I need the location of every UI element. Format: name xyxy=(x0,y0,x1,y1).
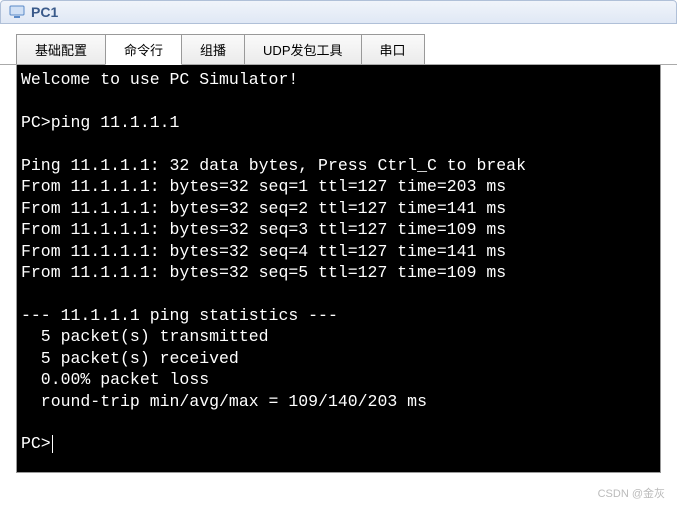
terminal-line: --- 11.1.1.1 ping statistics --- xyxy=(21,306,338,325)
terminal-line: 0.00% packet loss xyxy=(21,370,209,389)
tab-multicast[interactable]: 组播 xyxy=(181,34,245,64)
tab-command-line[interactable]: 命令行 xyxy=(105,34,182,65)
terminal-line: From 11.1.1.1: bytes=32 seq=2 ttl=127 ti… xyxy=(21,199,506,218)
pc-icon xyxy=(9,4,25,20)
window-title: PC1 xyxy=(31,4,58,20)
watermark: CSDN @金灰 xyxy=(598,485,665,501)
terminal-line: 5 packet(s) received xyxy=(21,349,239,368)
terminal-cursor xyxy=(52,435,53,453)
tab-udp-tool[interactable]: UDP发包工具 xyxy=(244,34,361,64)
tab-bar: 基础配置 命令行 组播 UDP发包工具 串口 xyxy=(0,24,677,65)
terminal-line: Ping 11.1.1.1: 32 data bytes, Press Ctrl… xyxy=(21,156,526,175)
tab-serial[interactable]: 串口 xyxy=(361,34,425,64)
terminal-line: Welcome to use PC Simulator! xyxy=(21,70,298,89)
terminal-line: round-trip min/avg/max = 109/140/203 ms xyxy=(21,392,427,411)
terminal-line: From 11.1.1.1: bytes=32 seq=5 ttl=127 ti… xyxy=(21,263,506,282)
terminal-output[interactable]: Welcome to use PC Simulator! PC>ping 11.… xyxy=(16,65,661,473)
terminal-line: From 11.1.1.1: bytes=32 seq=3 ttl=127 ti… xyxy=(21,220,506,239)
terminal-line: PC>ping 11.1.1.1 xyxy=(21,113,179,132)
terminal-line: From 11.1.1.1: bytes=32 seq=1 ttl=127 ti… xyxy=(21,177,506,196)
window-title-bar: PC1 xyxy=(0,0,677,24)
terminal-prompt: PC> xyxy=(21,434,51,453)
tab-basic-config[interactable]: 基础配置 xyxy=(16,34,106,64)
terminal-line: 5 packet(s) transmitted xyxy=(21,327,269,346)
terminal-line: From 11.1.1.1: bytes=32 seq=4 ttl=127 ti… xyxy=(21,242,506,261)
